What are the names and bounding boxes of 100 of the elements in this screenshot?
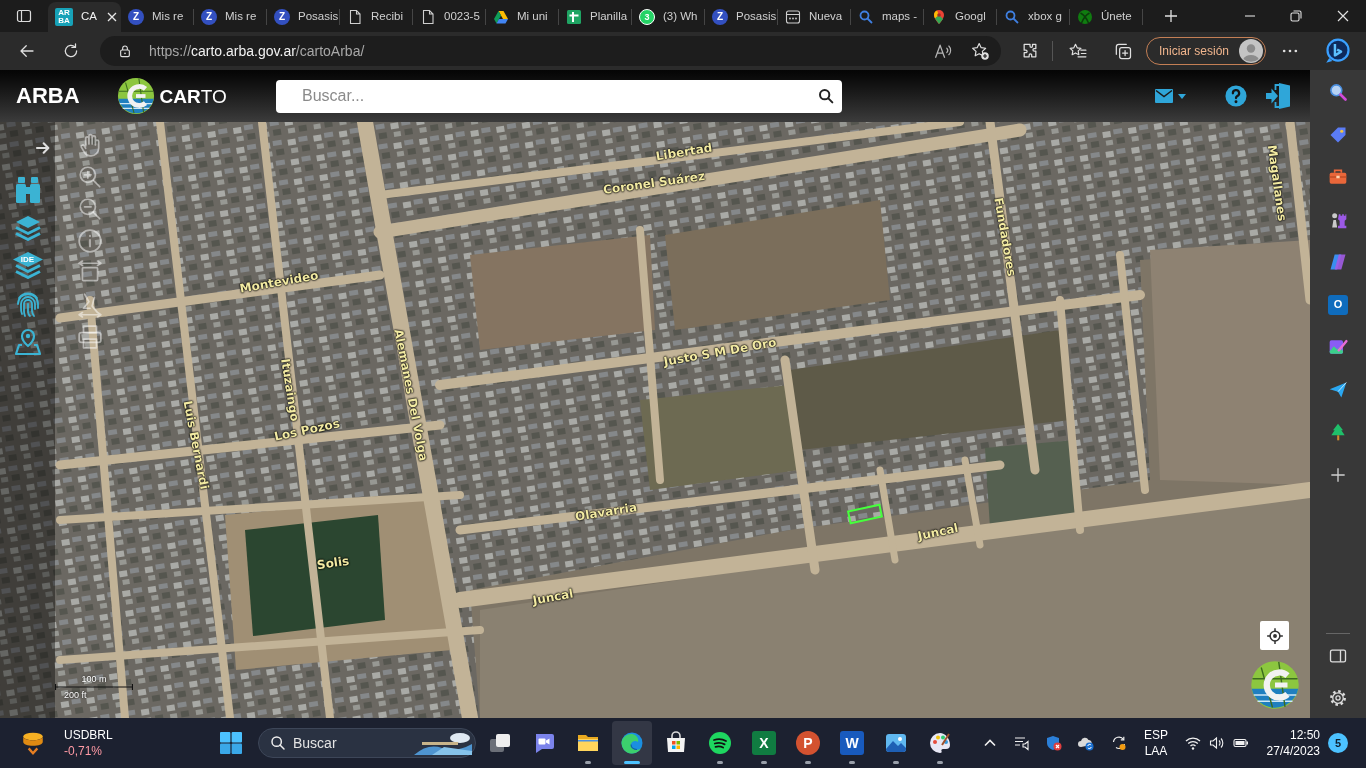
globe-logo-icon[interactable]: [1250, 660, 1300, 710]
parallelogram-logo-icon[interactable]: [1328, 252, 1348, 272]
browser-tab[interactable]: Z Mis re: [121, 2, 194, 32]
triangle-logo-icon: [493, 9, 509, 25]
mountain-picture-icon[interactable]: [884, 731, 908, 755]
close-icon[interactable]: [1335, 9, 1350, 23]
taskbar-app-button[interactable]: W: [832, 721, 872, 765]
palette-icon[interactable]: [928, 731, 952, 755]
shopping-bag-icon[interactable]: [664, 731, 688, 755]
cloud-sync-icon[interactable]: [1078, 735, 1094, 751]
browser-tab[interactable]: 3 (3) Wh: [632, 2, 705, 32]
arrow-right-icon[interactable]: [35, 140, 51, 156]
browser-tab[interactable]: Recibi: [340, 2, 413, 32]
info-icon[interactable]: [77, 228, 103, 254]
browser-tab[interactable]: maps -: [851, 2, 924, 32]
browser-tab[interactable]: Mi uni: [486, 2, 559, 32]
parcel-outline: [846, 503, 884, 525]
wifi-icon[interactable]: [1185, 735, 1201, 751]
shield-icon[interactable]: [1046, 735, 1062, 751]
browser-tab[interactable]: Planilla: [559, 2, 632, 32]
zoom-out-icon[interactable]: [77, 196, 103, 222]
paper-plane-icon[interactable]: [1328, 379, 1348, 400]
zoom-in-icon[interactable]: [77, 164, 103, 190]
caret-down-icon[interactable]: [1178, 93, 1186, 99]
stacked-windows-icon[interactable]: [488, 731, 512, 755]
language-button[interactable]: ESP LAA: [1141, 727, 1171, 759]
sync-arrows-icon[interactable]: [1111, 735, 1127, 751]
notification-list-icon[interactable]: [1014, 735, 1030, 751]
lock-icon[interactable]: [117, 43, 133, 59]
letter-logo: Z: [201, 9, 217, 25]
pan-hand-icon[interactable]: [77, 132, 103, 158]
sound-waves-logo-icon[interactable]: [708, 731, 732, 755]
layers-icon: [12, 252, 43, 280]
street-label: Montevideo: [238, 269, 320, 295]
taskbar-app-button[interactable]: [612, 721, 652, 765]
window-panes-icon[interactable]: [220, 732, 242, 754]
notification-badge[interactable]: 5: [1328, 733, 1348, 753]
browser-tab[interactable]: Únete: [1070, 2, 1143, 32]
browser-tab[interactable]: Z Mis re: [194, 2, 267, 32]
browser-tab[interactable]: xbox g: [997, 2, 1070, 32]
back-arrow-icon[interactable]: [18, 42, 36, 60]
street-label: Solis: [316, 554, 350, 572]
street-label: Ituzaingo: [279, 357, 301, 423]
map-pin-icon: [931, 9, 947, 25]
sphere-logo-icon: [1077, 9, 1093, 25]
print-icon[interactable]: [77, 324, 103, 350]
crosshair-icon: [1265, 626, 1284, 645]
street-label: Libertad: [655, 141, 713, 163]
search-icon[interactable]: [818, 87, 834, 104]
binoculars-icon[interactable]: [14, 176, 41, 204]
search-icon[interactable]: [1328, 82, 1348, 102]
restore-icon[interactable]: [1289, 9, 1303, 23]
search-icon: [270, 735, 286, 751]
new-tab-icon[interactable]: [1163, 8, 1179, 24]
measure-icon[interactable]: [77, 292, 103, 318]
refresh-icon[interactable]: [62, 42, 80, 60]
street-label: Justo S M De Oro: [662, 336, 778, 368]
browser-tab[interactable]: Z Posasis: [705, 2, 778, 32]
search-icon: [858, 9, 874, 25]
street-label: Juncal: [531, 587, 575, 607]
scale-label: 100 m: [81, 674, 107, 684]
add-favorite-icon[interactable]: [970, 41, 990, 61]
brand-name: ARBA: [16, 85, 80, 107]
settings-icon[interactable]: [1328, 688, 1348, 708]
collections-icon[interactable]: [1113, 41, 1133, 61]
close-tab-icon[interactable]: [105, 10, 119, 24]
letter-logo: Z: [274, 9, 290, 25]
street-label: Olavarria: [574, 501, 638, 523]
favicon-logo: ARBA: [55, 8, 73, 26]
coins-icon: [20, 730, 46, 756]
toolbox-icon[interactable]: [1328, 167, 1348, 187]
tab-actions-icon[interactable]: [16, 8, 32, 24]
browser-tab[interactable]: Z Posasis: [267, 2, 340, 32]
browser-tab[interactable]: Googl: [924, 2, 997, 32]
chat-bubble-logo-icon[interactable]: [1324, 37, 1352, 65]
logout-door-icon[interactable]: [1265, 82, 1291, 110]
clock-button[interactable]: 12:50 27/4/2023: [1266, 727, 1320, 759]
help-icon[interactable]: [1225, 85, 1247, 107]
taskbar-app-button[interactable]: P: [788, 721, 828, 765]
locate-button[interactable]: [1260, 621, 1289, 650]
picture-pen-icon[interactable]: [1328, 337, 1348, 357]
scale-label: 200 ft: [64, 690, 88, 700]
stock-widget[interactable]: USDBRL -0,71%: [20, 727, 113, 759]
taskbar-app-button[interactable]: X: [744, 721, 784, 765]
document-icon: [420, 9, 436, 25]
browser-tab[interactable]: ARBA CA: [48, 2, 121, 32]
avatar-icon: [1239, 39, 1263, 63]
message-count-badge: 3: [639, 9, 655, 25]
browser-swirl-icon[interactable]: [620, 731, 644, 755]
browser-tab[interactable]: Nueva: [778, 2, 851, 32]
address-bar-field[interactable]: https://carto.arba.gov.ar/cartoArba/: [100, 36, 1001, 66]
layers-icon[interactable]: [13, 214, 42, 242]
search-field[interactable]: Buscar...: [276, 79, 842, 113]
mail-logo[interactable]: O: [1328, 294, 1348, 315]
calendar-icon: [785, 9, 801, 25]
envelope-icon[interactable]: [1155, 89, 1173, 103]
volume-icon[interactable]: [1209, 735, 1225, 751]
browser-tab[interactable]: 0023-5: [413, 2, 486, 32]
document-icon: [347, 9, 363, 25]
map-pin-icon[interactable]: [13, 328, 42, 356]
